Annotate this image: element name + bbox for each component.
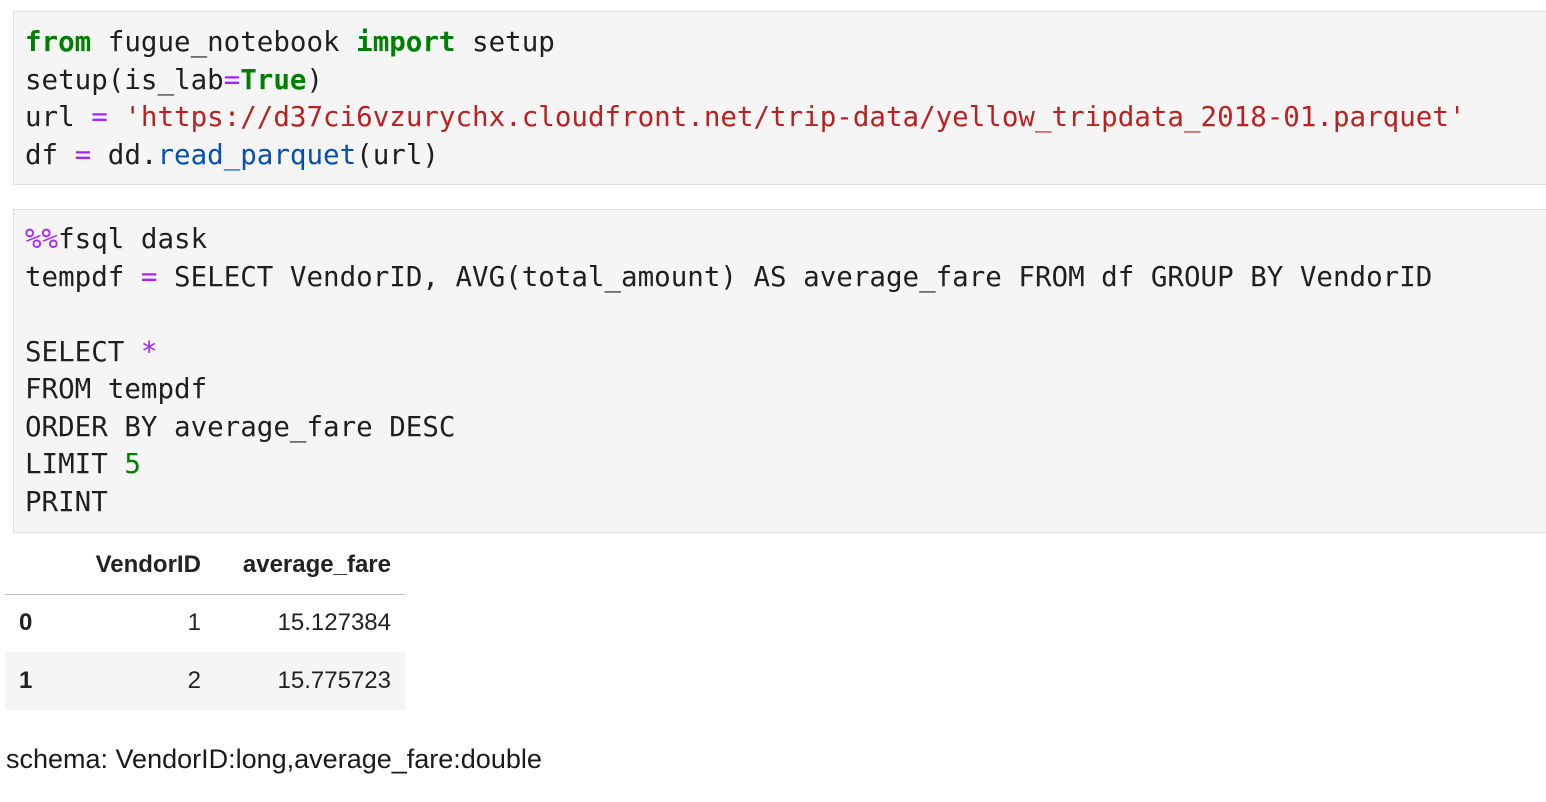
row-index: 0 (19, 609, 33, 637)
code-line: ORDER BY average_fare DESC (25, 409, 1432, 447)
code-token: setup (455, 26, 555, 58)
code-token: = (140, 260, 158, 293)
code-token: url (25, 101, 92, 133)
code-token: FROM tempdf (25, 373, 208, 405)
code-token: df (25, 138, 75, 171)
index-column-header (5, 536, 49, 595)
code-token: LIMIT (25, 448, 125, 480)
table-row: 0 1 15.127384 (5, 594, 405, 652)
code-token: SELECT VendorID, AVG(total_amount) AS av… (157, 260, 1433, 293)
code-token: ) (306, 63, 324, 96)
code-line: FROM tempdf (25, 371, 1432, 409)
row-index: 1 (19, 667, 33, 694)
table-row: 1 2 15.775723 (5, 652, 405, 710)
code-line: SELECT * (25, 334, 1432, 372)
code-line: PRINT (25, 484, 1432, 522)
code-token: SELECT (25, 335, 141, 368)
code-token: fugue_notebook (91, 26, 357, 58)
code-line: from fugue_notebook import setup (25, 24, 1465, 62)
cell-average-fare: 15.775723 (277, 667, 391, 694)
code-line: %%fsql dask (25, 221, 1432, 259)
column-header-average-fare: average_fare (214, 536, 405, 595)
code-line: LIMIT 5 (25, 446, 1432, 484)
code-token: PRINT (25, 485, 108, 518)
code-line: url = 'https://d37ci6vzurychx.cloudfront… (25, 99, 1465, 137)
schema-text: schema: VendorID:long,average_fare:doubl… (6, 744, 542, 774)
cell-output: VendorID average_fare 0 1 15.127384 1 2 … (5, 536, 405, 710)
cell-vendorid: 1 (187, 609, 201, 637)
code-line: df = dd.read_parquet(url) (25, 137, 1465, 175)
code-line: tempdf = SELECT VendorID, AVG(total_amou… (25, 259, 1432, 297)
table-header-row: VendorID average_fare (5, 536, 405, 595)
code-token: * (140, 335, 158, 368)
code-token: = (223, 63, 241, 96)
result-dataframe-table: VendorID average_fare 0 1 15.127384 1 2 … (5, 536, 405, 710)
cell-vendorid: 2 (187, 667, 201, 694)
code-token: 'https://d37ci6vzurychx.cloudfront.net/t… (124, 101, 1466, 133)
code-token: True (240, 63, 307, 96)
code-token: from (25, 26, 92, 58)
code-token: = (74, 138, 92, 171)
code-token: dd. (91, 138, 158, 171)
code-editor-fsql[interactable]: %%fsql dask tempdf = SELECT VendorID, AVG… (25, 221, 1432, 521)
code-token: fsql dask (58, 223, 208, 255)
code-token: (url) (356, 138, 439, 171)
code-token: ORDER BY average_fare DESC (25, 410, 456, 443)
code-token: %% (25, 223, 59, 255)
column-header-vendorid: VendorID (48, 536, 215, 595)
code-token: setup(is_lab (25, 63, 224, 96)
code-editor-setup[interactable]: from fugue_notebook import setup setup(is… (25, 24, 1465, 174)
code-token: = (91, 101, 108, 133)
code-cell-setup[interactable]: from fugue_notebook import setup setup(is… (13, 11, 1546, 185)
code-token: read_parquet (157, 138, 357, 171)
code-token: 5 (124, 448, 141, 480)
code-line: setup(is_lab=True) (25, 62, 1465, 100)
code-cell-fsql[interactable]: %%fsql dask tempdf = SELECT VendorID, AVG… (13, 209, 1546, 533)
code-token: import (356, 26, 456, 58)
code-token: tempdf (25, 260, 141, 293)
cell-average-fare: 15.127384 (277, 609, 391, 637)
